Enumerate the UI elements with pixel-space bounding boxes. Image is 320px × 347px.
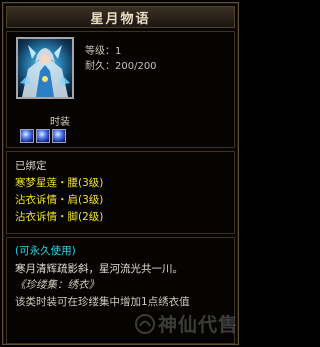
watermark-logo-icon (135, 313, 155, 334)
watermark: 神仙代售 (135, 310, 238, 337)
blue-gem-icon[interactable] (52, 129, 66, 143)
item-title: 星月物语 (90, 11, 151, 27)
collection-name: 《珍缕集：绣衣》 (15, 279, 99, 291)
level-stat: 等级：1 (85, 46, 122, 57)
set-item: 寒梦星莲・腰(3级) (15, 177, 104, 189)
set-item: 沾衣诉情・肩(3级) (15, 194, 104, 206)
set-item: 沾衣诉情・脚(2级) (15, 211, 104, 223)
item-type-label: 时装 (50, 117, 70, 128)
item-info-panel: 等级：1 耐久：200/200 时装 (6, 31, 235, 148)
blue-gem-icon[interactable] (20, 129, 34, 143)
item-title-bar: 星月物语 (6, 6, 235, 28)
item-tooltip: 星月物语 等级：1 耐久：200/200 时装 已绑定 寒梦星莲・腰(3级) 沾… (2, 2, 239, 345)
item-portrait (16, 37, 74, 99)
usage-duration: (可永久使用) (15, 245, 76, 257)
flavor-text: 寒月清辉疏影斜，星河流光共一川。 (15, 263, 183, 275)
collection-note: 该类时装可在珍缕集中增加1点绣衣值 (15, 296, 190, 308)
watermark-text: 神仙代售 (158, 314, 239, 336)
durability-stat: 耐久：200/200 (85, 61, 157, 72)
binding-panel: 已绑定 寒梦星莲・腰(3级) 沾衣诉情・肩(3级) 沾衣诉情・脚(2级) (6, 151, 235, 234)
bound-status: 已绑定 (15, 160, 47, 172)
blue-gem-icon[interactable] (36, 129, 50, 143)
